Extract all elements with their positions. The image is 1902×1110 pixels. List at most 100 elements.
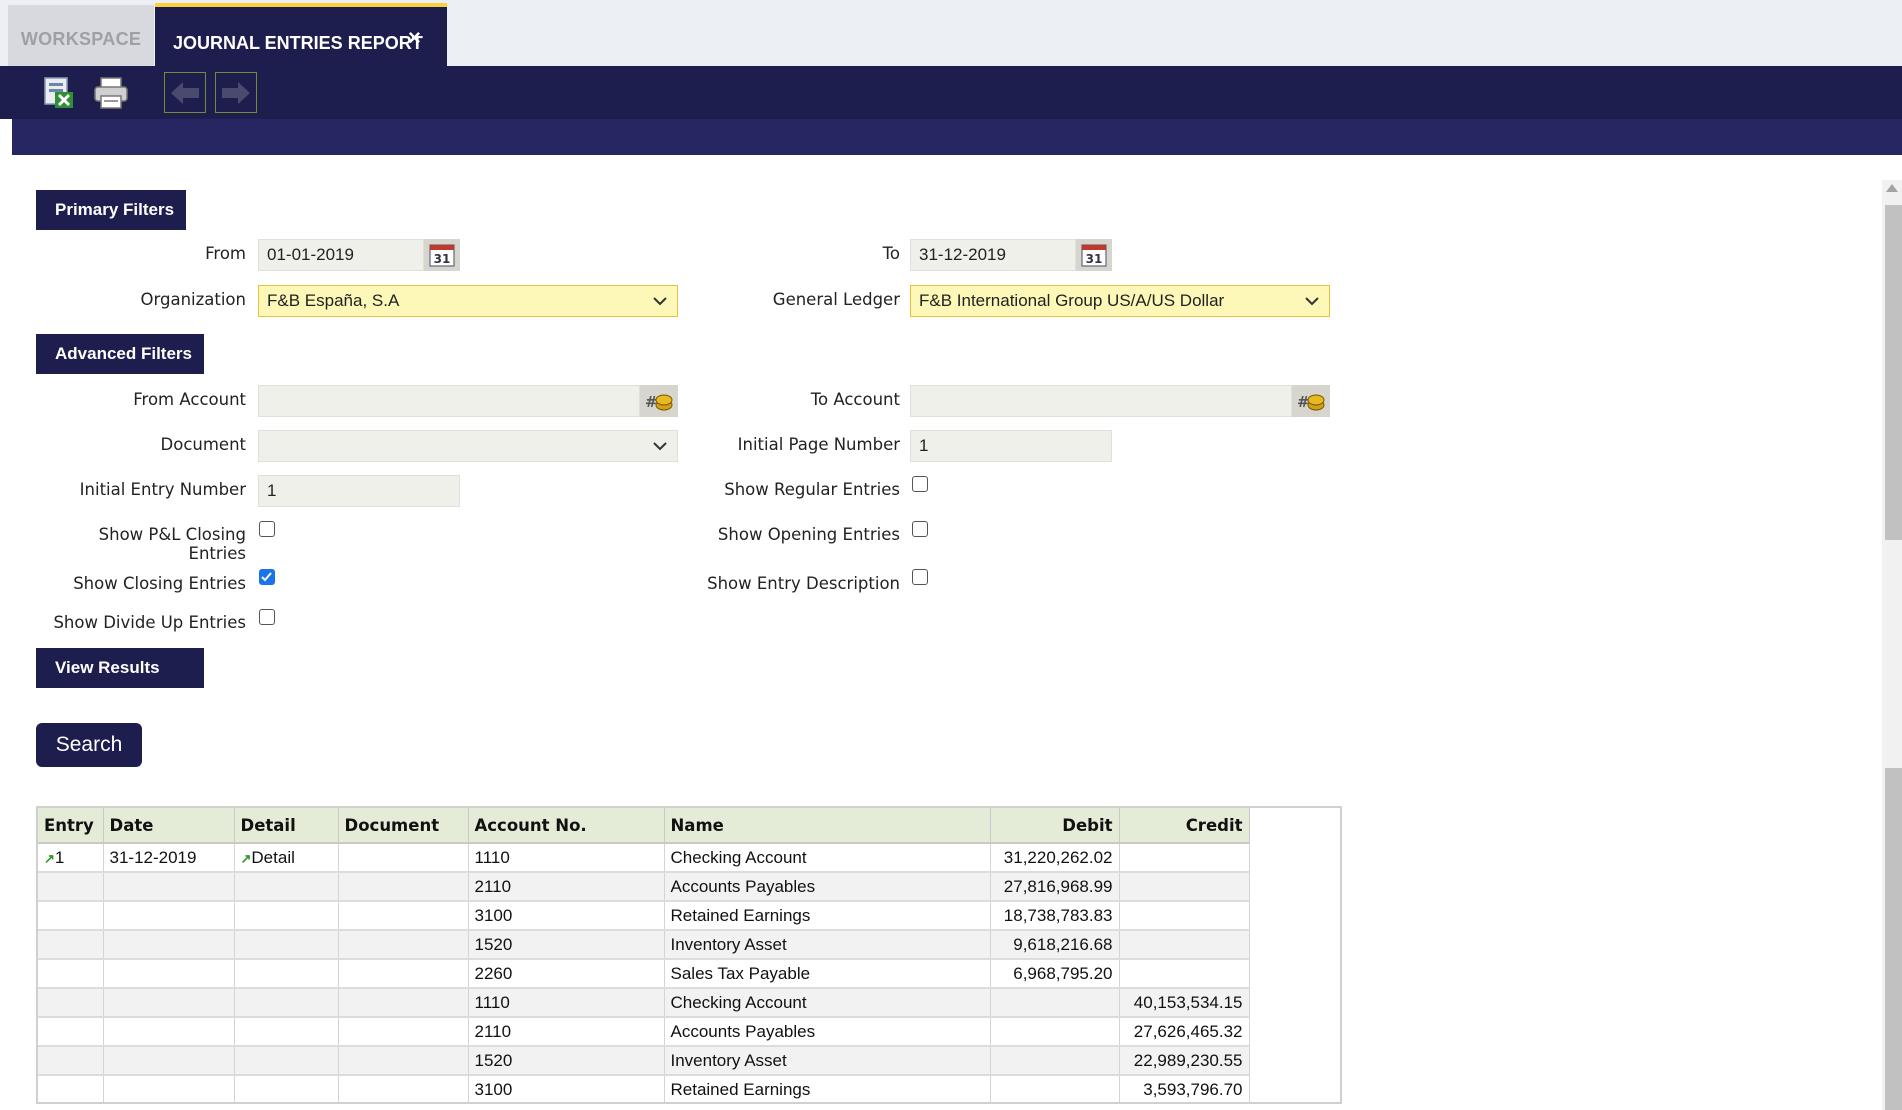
from-date-input[interactable]: 01-01-2019	[258, 239, 424, 271]
toolbar-subbar	[12, 119, 1902, 155]
table-row[interactable]: 1520 Inventory Asset 22,989,230.55	[38, 1046, 1250, 1076]
col-date[interactable]: Date	[103, 808, 235, 844]
close-icon[interactable]: ×	[408, 26, 421, 50]
cell-entry[interactable]: ↗1	[38, 843, 104, 873]
primary-filters-header[interactable]: Primary Filters	[36, 190, 186, 230]
show-divide-up-entries-label: Show Divide Up Entries	[53, 613, 246, 632]
document-label: Document	[160, 435, 246, 454]
tab-workspace[interactable]: WORKSPACE	[8, 5, 154, 66]
from-calendar-icon[interactable]: 31	[424, 239, 460, 271]
toolbar	[0, 66, 1902, 119]
document-select[interactable]	[258, 430, 678, 462]
cell-account-no: 1110	[468, 843, 665, 873]
to-account-input[interactable]	[910, 385, 1292, 417]
excel-export-icon[interactable]	[38, 72, 80, 113]
initial-page-number-input[interactable]: 1	[910, 430, 1112, 462]
show-pl-closing-label: Show P&L Closing Entries	[40, 525, 246, 563]
cell-name: Inventory Asset	[664, 1046, 991, 1076]
show-pl-closing-checkbox[interactable]	[259, 521, 275, 537]
cell-name: Retained Earnings	[664, 901, 991, 931]
cell-account-no: 2260	[468, 959, 665, 989]
cell-debit: 9,618,216.68	[990, 930, 1120, 960]
cell-date	[103, 1046, 235, 1076]
cell-document	[338, 872, 469, 902]
cell-detail	[234, 1017, 339, 1047]
show-entry-description-checkbox[interactable]	[912, 569, 928, 585]
from-account-label: From Account	[133, 390, 246, 409]
col-document[interactable]: Document	[338, 808, 469, 844]
table-row[interactable]: 3100 Retained Earnings 3,593,796.70	[38, 1075, 1250, 1102]
scrollbar-thumb-lower[interactable]	[1885, 768, 1902, 1110]
initial-entry-number-input[interactable]: 1	[258, 475, 460, 507]
table-row[interactable]: 3100 Retained Earnings 18,738,783.83	[38, 901, 1250, 931]
show-opening-entries-checkbox[interactable]	[912, 521, 928, 537]
table-row[interactable]: 2110 Accounts Payables 27,816,968.99	[38, 872, 1250, 902]
cell-account-no: 1520	[468, 1046, 665, 1076]
from-account-input[interactable]	[258, 385, 640, 417]
show-regular-entries-checkbox[interactable]	[912, 476, 928, 492]
general-ledger-select[interactable]: F&B International Group US/A/US Dollar	[910, 285, 1330, 317]
cell-detail	[234, 1075, 339, 1102]
cell-name-text: Sales Tax Payable	[670, 963, 811, 983]
cell-account-no-text: 2110	[474, 876, 512, 896]
cell-document	[338, 1046, 469, 1076]
account-selector-icon[interactable]: #	[640, 385, 678, 417]
table-row[interactable]: ↗1 31-12-2019 ↗Detail 1110 Checking Account 3…	[38, 843, 1250, 873]
svg-text:#: #	[645, 393, 658, 411]
cell-detail	[234, 1046, 339, 1076]
scrollbar-thumb[interactable]	[1885, 205, 1902, 540]
cell-account-no: 1520	[468, 930, 665, 960]
view-results-header[interactable]: View Results	[36, 648, 204, 688]
cell-name: Sales Tax Payable	[664, 959, 991, 989]
to-date-input[interactable]: 31-12-2019	[910, 239, 1076, 271]
cell-debit-text: 6,968,795.20	[1013, 963, 1113, 983]
show-closing-entries-checkbox[interactable]	[259, 569, 275, 585]
cell-detail	[234, 988, 339, 1018]
cell-debit	[990, 1075, 1120, 1102]
cell-credit: 40,153,534.15	[1119, 988, 1250, 1018]
col-account-no[interactable]: Account No.	[468, 808, 665, 844]
initial-page-number-label: Initial Page Number	[737, 435, 900, 454]
table-row[interactable]: 1520 Inventory Asset 9,618,216.68	[38, 930, 1250, 960]
to-calendar-text: 31	[1086, 252, 1103, 266]
cell-detail[interactable]: ↗Detail	[234, 843, 339, 873]
cell-account-no: 2110	[468, 872, 665, 902]
cell-account-no: 3100	[468, 1075, 665, 1102]
cell-entry	[38, 901, 104, 931]
table-row[interactable]: 2260 Sales Tax Payable 6,968,795.20	[38, 959, 1250, 989]
col-debit[interactable]: Debit	[990, 808, 1120, 844]
cell-detail	[234, 959, 339, 989]
to-calendar-icon[interactable]: 31	[1076, 239, 1112, 271]
advanced-filters-header[interactable]: Advanced Filters	[36, 334, 204, 374]
cell-date	[103, 959, 235, 989]
table-row[interactable]: 1110 Checking Account 40,153,534.15	[38, 988, 1250, 1018]
previous-arrow-icon[interactable]	[164, 72, 206, 113]
table-row[interactable]: 2110 Accounts Payables 27,626,465.32	[38, 1017, 1250, 1047]
general-ledger-label: General Ledger	[772, 290, 900, 309]
scroll-up-arrow-icon[interactable]	[1886, 184, 1898, 192]
search-button[interactable]: Search	[36, 723, 142, 767]
col-entry[interactable]: Entry	[38, 808, 104, 844]
cell-date	[103, 988, 235, 1018]
next-arrow-icon[interactable]	[215, 72, 257, 113]
show-divide-up-entries-checkbox[interactable]	[259, 609, 275, 625]
tab-journal-entries-report[interactable]: JOURNAL ENTRIES REPORT	[155, 3, 447, 66]
to-account-label: To Account	[810, 390, 900, 409]
col-name[interactable]: Name	[664, 808, 991, 844]
cell-credit: 3,593,796.70	[1119, 1075, 1250, 1102]
cell-account-no-text: 2260	[474, 963, 513, 983]
cell-debit-text: 27,816,968.99	[1003, 876, 1113, 896]
results-table: Entry Date Detail Document Account No. N…	[38, 808, 1250, 1102]
cell-entry	[38, 959, 104, 989]
account-selector-icon[interactable]: #	[1292, 385, 1330, 417]
cell-debit: 6,968,795.20	[990, 959, 1120, 989]
col-credit[interactable]: Credit	[1119, 808, 1250, 844]
organization-select[interactable]: F&B España, S.A	[258, 285, 678, 317]
cell-date	[103, 1075, 235, 1102]
print-icon[interactable]	[90, 72, 132, 113]
cell-name-text: Checking Account	[670, 847, 807, 867]
cell-entry	[38, 1046, 104, 1076]
col-detail[interactable]: Detail	[234, 808, 339, 844]
cell-detail	[234, 901, 339, 931]
from-calendar-text: 31	[434, 252, 451, 266]
